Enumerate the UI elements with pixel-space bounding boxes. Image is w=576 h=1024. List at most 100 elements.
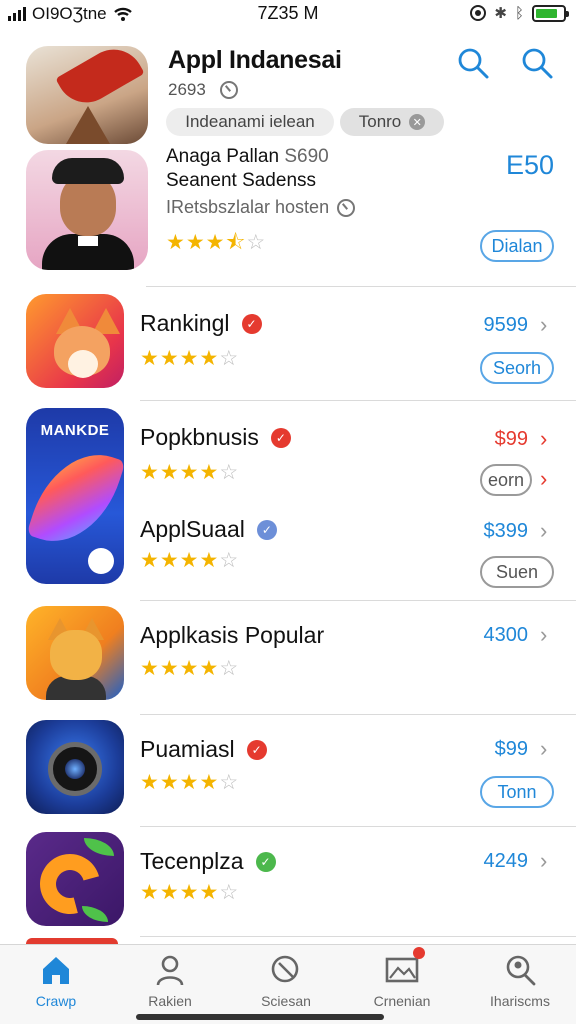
star-icon: ★ xyxy=(159,347,179,370)
camera-dot-icon xyxy=(470,5,487,21)
temple-art xyxy=(66,106,110,144)
tab-media[interactable]: Crnenian xyxy=(352,947,452,1009)
star-icon: ★ xyxy=(159,461,179,484)
app-action-button[interactable]: Seorh xyxy=(480,352,554,384)
chevron-right-icon[interactable]: › xyxy=(540,848,547,874)
featured-name: Anaga Pallan xyxy=(166,146,280,167)
app-action-button[interactable]: Tonn xyxy=(480,776,554,808)
tab-label: Crnenian xyxy=(373,993,431,1009)
app-rating: ★ ★ ★ ★ ☆ xyxy=(140,462,238,483)
clock-icon[interactable] xyxy=(337,198,356,217)
chevron-right-icon[interactable]: › xyxy=(540,466,547,492)
chevron-right-icon[interactable]: › xyxy=(540,736,547,762)
star-icon: ☆ xyxy=(219,881,239,904)
tab-label: Sciesan xyxy=(261,993,311,1009)
app-rating: ★ ★ ★ ★ ☆ xyxy=(140,550,238,571)
app-price: 4249 xyxy=(483,850,529,872)
header-subtitle-row: 2693 xyxy=(168,80,238,100)
star-icon: ☆ xyxy=(219,549,239,572)
app-row-name[interactable]: Applkasis Popular xyxy=(140,622,324,649)
star-icon: ★ xyxy=(140,347,159,370)
star-icon: ☆ xyxy=(219,461,239,484)
leaf-art xyxy=(84,838,114,856)
hat-art xyxy=(52,158,124,184)
star-icon: ★ xyxy=(159,771,179,794)
clock-icon[interactable] xyxy=(219,81,238,99)
divider xyxy=(140,826,576,827)
plane-wing-art xyxy=(55,46,145,114)
filter-chip-removable[interactable]: Tonro ✕ xyxy=(340,108,444,136)
app-row-name[interactable]: Tecenplza ✓ xyxy=(140,848,276,875)
tab-home[interactable]: Crawp xyxy=(6,953,106,1009)
tab-label: Crawp xyxy=(35,993,77,1009)
star-icon: ★ xyxy=(179,657,199,680)
notification-badge xyxy=(413,947,425,959)
star-icon: ★ xyxy=(140,461,159,484)
search-button-2[interactable] xyxy=(520,46,554,80)
app-row-name[interactable]: Puamiasl ✓ xyxy=(140,736,267,763)
app-icon-cat[interactable] xyxy=(26,606,124,700)
star-icon: ☆ xyxy=(219,657,239,680)
app-price: 4300 xyxy=(483,624,529,646)
star-icon: ★ xyxy=(140,657,159,680)
app-row-name[interactable]: ApplSuaal ✓ xyxy=(140,516,277,543)
search-icon xyxy=(269,953,303,987)
tab-rankings[interactable]: Rakien xyxy=(120,953,220,1009)
verified-badge-icon: ✓ xyxy=(255,851,276,872)
home-indicator[interactable] xyxy=(136,1014,384,1020)
app-action-label: eorn xyxy=(487,469,525,490)
chevron-right-icon[interactable]: › xyxy=(540,518,547,544)
tab-label: Rakien xyxy=(148,993,192,1009)
star-icon: ★ xyxy=(159,549,179,572)
filter-chip[interactable]: Indeanami ielean xyxy=(166,108,334,136)
chevron-right-icon[interactable]: › xyxy=(540,622,547,648)
status-right: ✱ ᛒ xyxy=(470,4,569,22)
star-icon: ★ xyxy=(199,461,219,484)
star-icon: ★ xyxy=(179,461,199,484)
tab-history[interactable]: Ihariscms xyxy=(470,953,570,1009)
star-icon: ★ xyxy=(140,549,159,572)
chevron-right-icon[interactable]: › xyxy=(540,426,547,452)
featured-developer-row: IRetsbszlalar hosten xyxy=(166,197,356,218)
app-name: Puamiasl xyxy=(140,736,235,762)
verified-badge-icon: ✓ xyxy=(256,519,277,540)
header-app-icon[interactable] xyxy=(26,46,148,144)
app-icon-camera[interactable] xyxy=(26,720,124,814)
app-action-label: Tonn xyxy=(497,781,537,802)
featured-code: S690 xyxy=(284,146,329,167)
app-icon-feather[interactable]: MANKDE xyxy=(26,408,124,584)
app-row-name[interactable]: Rankingl ✓ xyxy=(140,310,262,337)
app-price: $99 xyxy=(494,738,528,760)
divider xyxy=(140,714,576,715)
clear-icon[interactable]: ✕ xyxy=(409,114,426,130)
app-icon-fox[interactable] xyxy=(26,294,124,388)
star-icon: ★ xyxy=(166,231,185,254)
featured-app-icon[interactable] xyxy=(26,150,148,270)
ring-art xyxy=(88,548,114,574)
app-rating: ★ ★ ★ ★ ☆ xyxy=(140,882,238,903)
app-price: $399 xyxy=(483,520,529,542)
verified-badge-icon: ✓ xyxy=(246,739,267,760)
app-row-name[interactable]: Popkbnusis ✓ xyxy=(140,424,291,451)
star-icon: ☆ xyxy=(246,231,266,254)
featured-action-button[interactable]: Dialan xyxy=(480,230,554,262)
snout-art xyxy=(68,350,98,378)
app-name: ApplSuaal xyxy=(140,516,245,542)
divider xyxy=(140,600,576,601)
tab-search[interactable]: Sciesan xyxy=(236,953,336,1009)
star-icon: ☆ xyxy=(219,347,239,370)
chevron-right-icon[interactable]: › xyxy=(540,312,547,338)
icon-label: MANKDE xyxy=(40,422,110,439)
search-button[interactable] xyxy=(456,46,490,80)
app-icon-phone[interactable] xyxy=(26,832,124,926)
app-rating: ★ ★ ★ ★ ☆ xyxy=(140,772,238,793)
app-name: Applkasis Popular xyxy=(140,622,325,648)
app-action-button[interactable]: eorn xyxy=(480,464,532,496)
search-person-icon xyxy=(503,953,537,987)
battery-icon xyxy=(532,4,569,22)
featured-developer: IRetsbszlalar hosten xyxy=(166,197,330,217)
app-name: Tecenplza xyxy=(140,848,244,874)
bluetooth-icon: ✱ xyxy=(494,5,507,22)
search-icon xyxy=(522,48,553,79)
app-action-button[interactable]: Suen xyxy=(480,556,554,588)
